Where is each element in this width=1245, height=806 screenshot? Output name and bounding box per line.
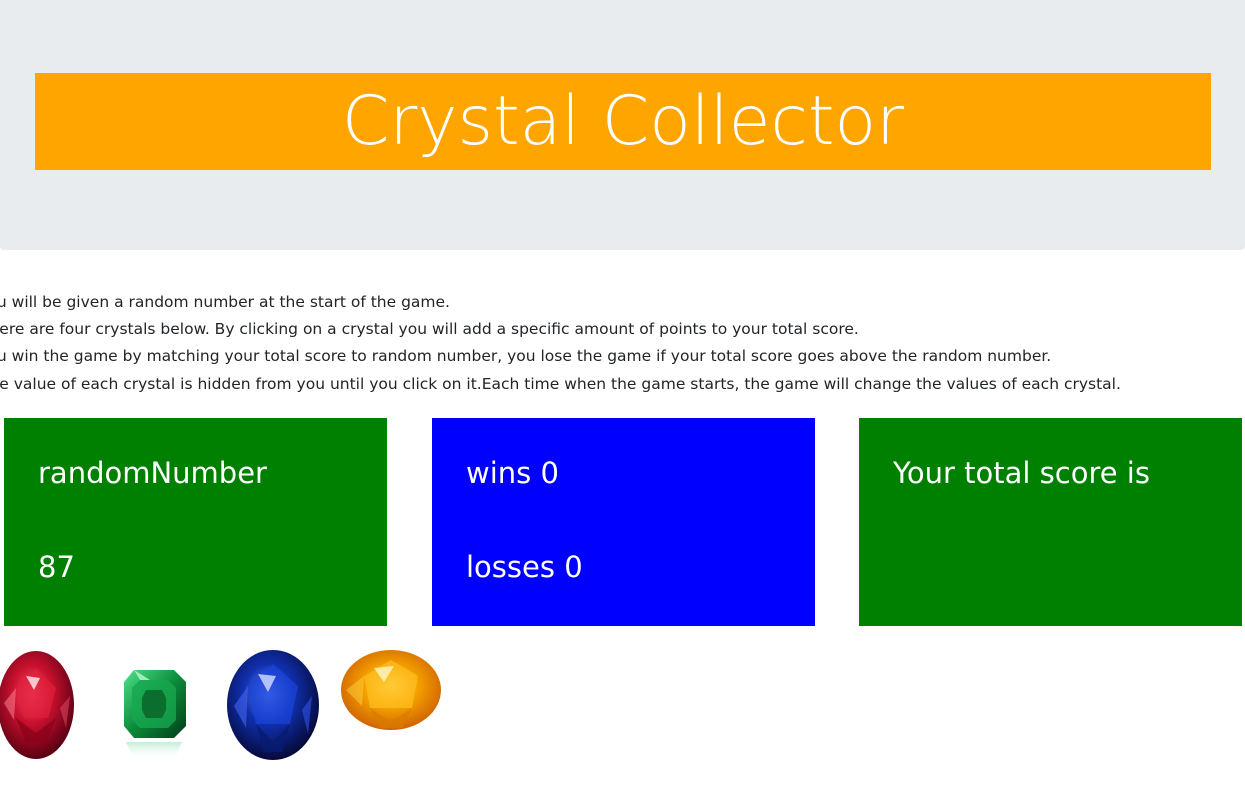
wins-value: 0 [540, 456, 559, 490]
instruction-line: You win the game by matching your total … [0, 347, 1052, 366]
losses-value: 0 [564, 550, 583, 584]
instructions: You will be given a random number at the… [0, 289, 1240, 398]
instruction-line: There are four crystals below. By clicki… [0, 320, 859, 339]
random-number-value: 87 [38, 550, 75, 584]
total-score-label: Your total score is [893, 456, 1150, 490]
losses-counter: losses 0 [466, 550, 583, 584]
page-title: Crystal Collector [35, 73, 1211, 170]
instruction-line: The value of each crystal is hidden from… [0, 374, 1121, 393]
total-score-box: Your total score is [859, 418, 1242, 626]
header-jumbotron: Crystal Collector [0, 0, 1245, 250]
random-number-label: randomNumber [38, 456, 267, 490]
ruby-crystal-button[interactable] [0, 648, 80, 762]
wins-label: wins [466, 456, 532, 490]
stats-box: wins 0 losses 0 [432, 418, 815, 626]
losses-label: losses [466, 550, 555, 584]
citrine-crystal-button[interactable] [338, 648, 444, 734]
emerald-crystal-button[interactable] [120, 668, 192, 762]
sapphire-crystal-button[interactable] [224, 648, 322, 764]
instruction-line: You will be given a random number at the… [0, 293, 450, 311]
random-number-box: randomNumber 87 [4, 418, 387, 626]
wins-counter: wins 0 [466, 456, 559, 490]
